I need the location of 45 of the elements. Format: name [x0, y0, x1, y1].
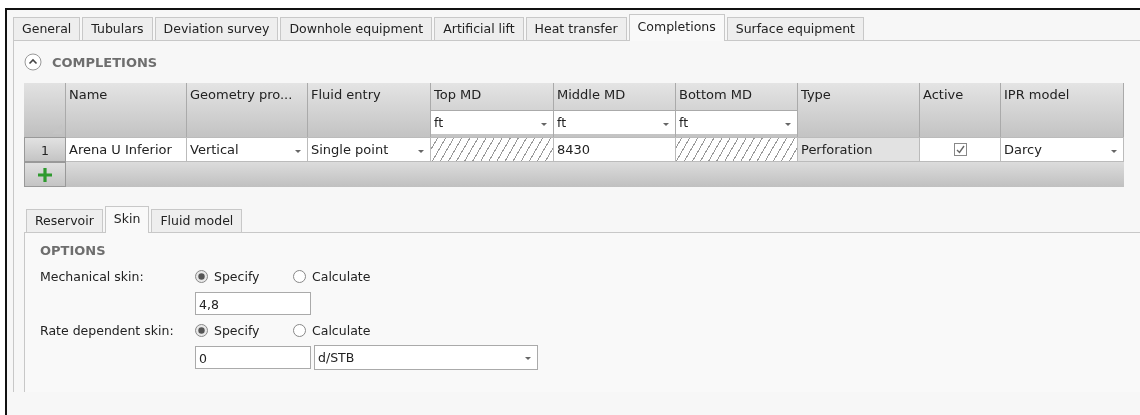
tab[interactable]: Completions: [628, 14, 725, 41]
column-label: Middle MD: [556, 86, 627, 104]
column-label: Active: [922, 86, 965, 104]
table-cell[interactable]: 8430: [554, 137, 676, 162]
column-label: Name: [68, 86, 109, 104]
tab[interactable]: Reservoir: [26, 209, 103, 232]
row-number: 1: [24, 137, 66, 162]
field-label: Rate dependent skin:: [40, 322, 175, 338]
input-field[interactable]: 4,8: [195, 291, 311, 315]
input-field[interactable]: 0: [195, 345, 311, 369]
column-label: IPR model: [1003, 86, 1071, 104]
tab[interactable]: Deviation survey: [154, 17, 279, 40]
dropdown-cell[interactable]: Single point: [308, 137, 431, 162]
dropdown-cell[interactable]: Darcy: [1001, 137, 1124, 162]
tab[interactable]: Skin: [104, 206, 150, 233]
tab[interactable]: Heat transfer: [525, 17, 627, 40]
column-label: Fluid entry: [310, 86, 382, 104]
section-title: COMPLETIONS: [52, 54, 158, 70]
checkbox[interactable]: [953, 143, 967, 156]
radio-button[interactable]: Calculate: [293, 322, 391, 338]
column-label: Top MD: [433, 86, 483, 104]
column-label: Bottom MD: [678, 86, 754, 104]
tab[interactable]: Downhole equipment: [280, 17, 433, 40]
radio-button[interactable]: Calculate: [293, 268, 391, 284]
unit-dropdown[interactable]: ft: [676, 110, 797, 134]
plus-icon: [38, 167, 52, 182]
unit-dropdown[interactable]: ft: [554, 110, 675, 134]
unit-dropdown[interactable]: ft: [431, 110, 553, 134]
column-label: Geometry pro...: [189, 86, 294, 104]
unit-dropdown[interactable]: d/STB: [314, 344, 538, 370]
column-label: Type: [800, 86, 832, 104]
tab[interactable]: Artificial lift: [434, 17, 524, 40]
radio-button[interactable]: Specify: [195, 268, 293, 284]
tab[interactable]: Tubulars: [82, 17, 153, 40]
tab[interactable]: Surface equipment: [726, 17, 864, 40]
dropdown-cell[interactable]: Vertical: [187, 137, 308, 162]
table-cell[interactable]: Arena U Inferior: [66, 137, 187, 162]
group-title: OPTIONS: [40, 243, 107, 258]
collapse-icon[interactable]: [24, 53, 42, 71]
add-row-button[interactable]: [24, 162, 66, 187]
radio-button[interactable]: Specify: [195, 322, 293, 338]
field-label: Mechanical skin:: [40, 268, 145, 284]
table-cell: Perforation: [798, 137, 920, 162]
tab[interactable]: Fluid model: [151, 209, 243, 232]
tab[interactable]: General: [13, 17, 81, 40]
